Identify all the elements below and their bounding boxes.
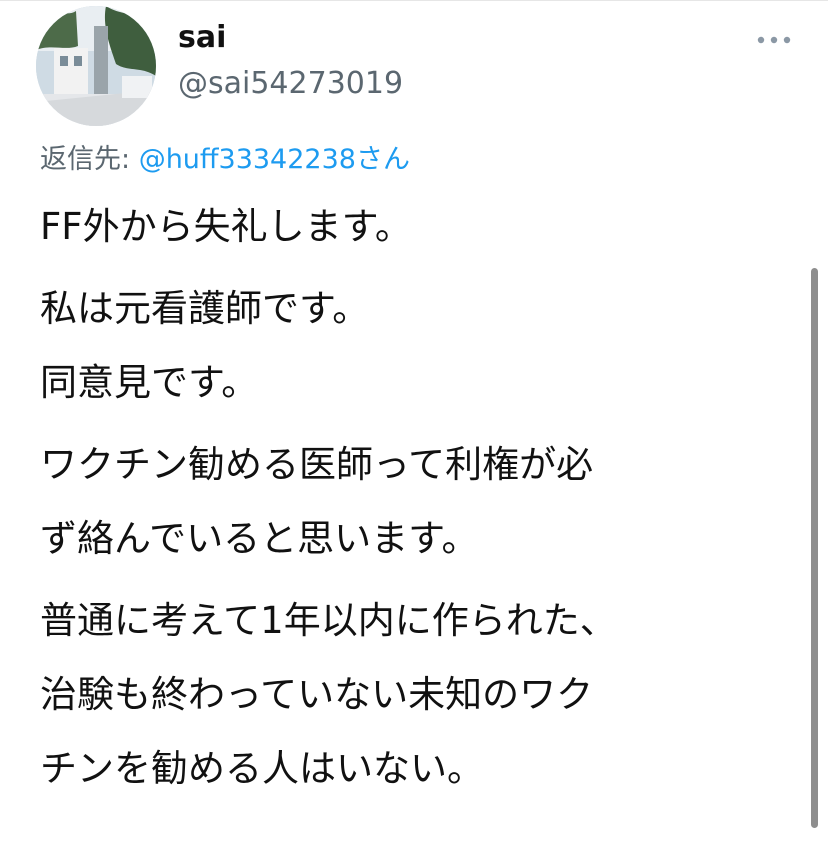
more-horizontal-icon (757, 36, 791, 44)
tweet-line: チンを勧める人はいない。 (40, 747, 484, 790)
tweet-line: ず絡んでいると思います。 (40, 517, 479, 560)
tweet-paragraph: FF外から失礼します。 (40, 190, 800, 264)
reply-mention-link[interactable]: @huff33342238さん (139, 144, 410, 175)
tweet-text: FF外から失礼します。 私は元看護師です。 同意見です。 ワクチン勧める医師って… (40, 190, 800, 806)
reply-context: 返信先: @huff33342238さん (40, 142, 410, 178)
tweet-paragraph: 普通に考えて1年以内に作られた、 治験も終わっていない未知のワク チンを勧める人… (40, 584, 800, 806)
tweet-line: 普通に考えて1年以内に作られた、 (40, 599, 617, 642)
avatar-photo (36, 6, 156, 126)
tweet-line: FF外から失礼します。 (40, 205, 412, 248)
avatar[interactable] (36, 6, 156, 126)
tweet-line: 同意見です。 (40, 361, 259, 404)
more-options-button[interactable] (750, 24, 798, 56)
tweet-screenshot: sai @sai54273019 返信先: @huff33342238さん FF… (0, 0, 828, 849)
scrollbar[interactable] (811, 268, 818, 828)
display-name[interactable]: sai (178, 20, 226, 56)
tweet-line: ワクチン勧める医師って利権が必 (40, 443, 594, 486)
reply-prefix: 返信先: (40, 144, 139, 175)
tweet-line: 治験も終わっていない未知のワク (40, 673, 594, 716)
user-handle[interactable]: @sai54273019 (178, 66, 403, 102)
top-divider (0, 0, 828, 1)
tweet-paragraph: 私は元看護師です。 同意見です。 (40, 272, 800, 420)
tweet-paragraph: ワクチン勧める医師って利権が必 ず絡んでいると思います。 (40, 428, 800, 576)
tweet-line: 私は元看護師です。 (40, 287, 370, 330)
